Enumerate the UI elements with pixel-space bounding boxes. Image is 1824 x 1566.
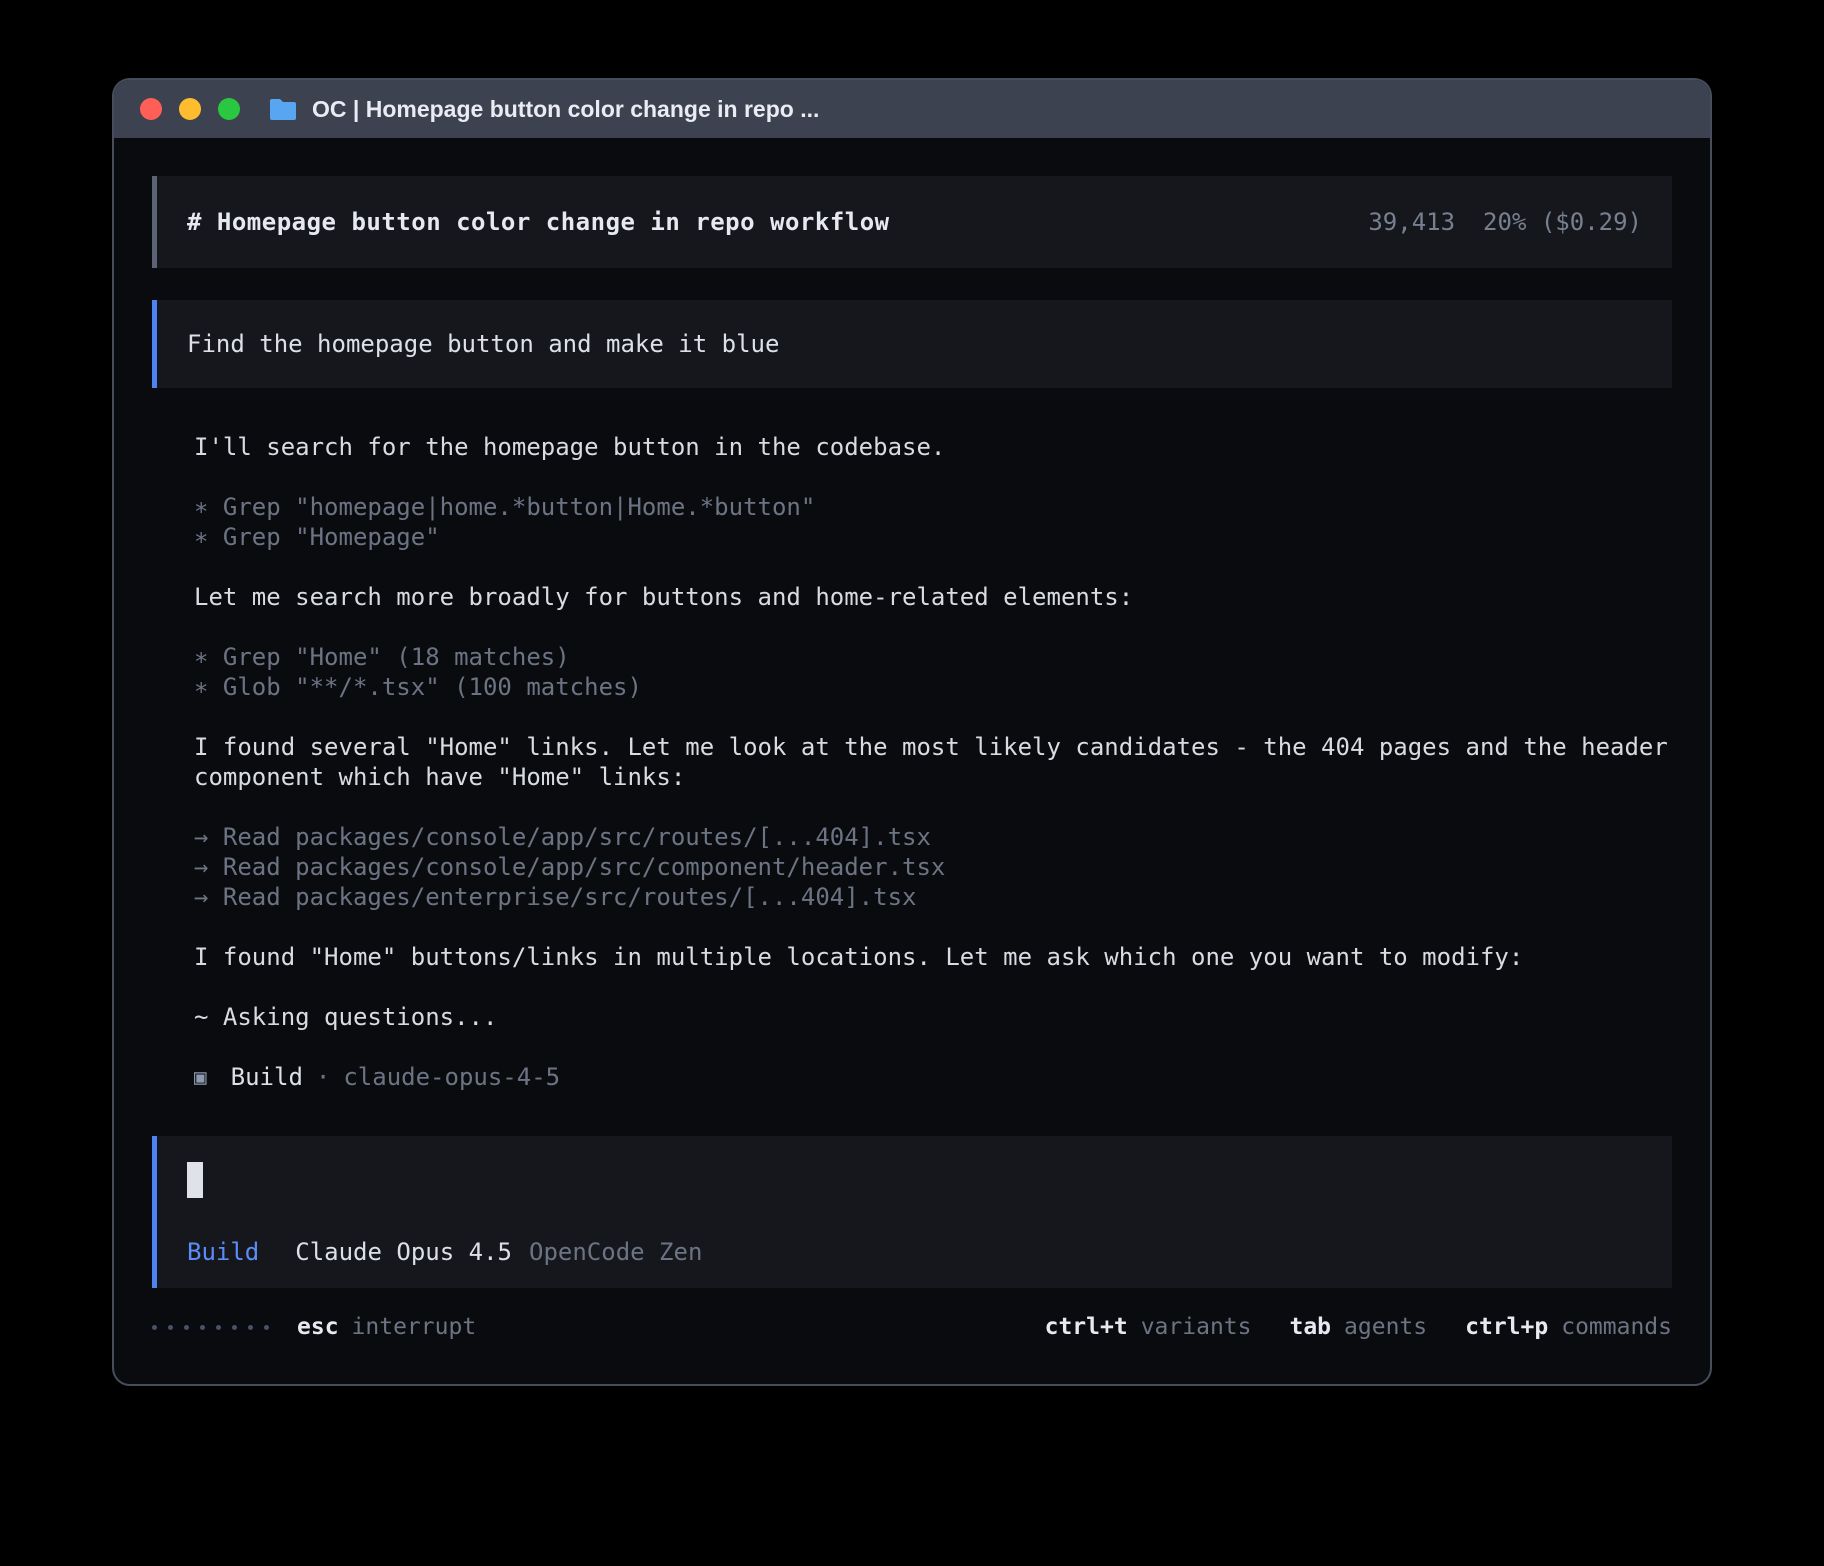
tool-call-group: ∗ Grep "homepage|home.*button|Home.*butt… [194, 492, 1668, 552]
assistant-status-text: ~ Asking questions... [194, 1002, 1668, 1032]
assistant-text: Let me search more broadly for buttons a… [194, 582, 1668, 612]
token-count: 39,413 [1368, 208, 1455, 236]
agent-status-icon: ▣ [194, 1062, 207, 1092]
separator-dot: · [316, 1062, 330, 1092]
model-label[interactable]: Claude Opus 4.5 [295, 1238, 512, 1266]
user-message-panel: Find the homepage button and make it blu… [152, 300, 1672, 388]
tool-call-line: ∗ Grep "Homepage" [194, 522, 1668, 552]
progress-dots [152, 1325, 269, 1330]
shortcut-key: ctrl+p [1465, 1314, 1548, 1340]
shortcut-agents: tab agents [1289, 1314, 1427, 1340]
status-bar: esc interrupt ctrl+t variants tab agents… [152, 1314, 1672, 1340]
user-message-text: Find the homepage button and make it blu… [187, 330, 779, 358]
assistant-text: I'll search for the homepage button in t… [194, 432, 1668, 462]
terminal-content: # Homepage button color change in repo w… [114, 138, 1710, 1384]
input-meta: Build Claude Opus 4.5 OpenCode Zen [187, 1238, 1642, 1266]
shortcut-action: agents [1344, 1314, 1427, 1340]
provider-label: OpenCode Zen [529, 1238, 702, 1266]
close-button[interactable] [140, 98, 162, 120]
shortcut-action: variants [1141, 1314, 1252, 1340]
tool-call-line: ∗ Grep "Home" (18 matches) [194, 642, 1668, 672]
agent-name: Build [231, 1062, 303, 1092]
text-cursor [187, 1162, 203, 1198]
status-bar-right: ctrl+t variants tab agents ctrl+p comman… [1045, 1314, 1672, 1340]
tool-call-line: ∗ Glob "**/*.tsx" (100 matches) [194, 672, 1668, 702]
shortcut-interrupt: esc interrupt [297, 1314, 476, 1340]
zoom-button[interactable] [218, 98, 240, 120]
shortcut-key: ctrl+t [1045, 1314, 1128, 1340]
window-title: OC | Homepage button color change in rep… [312, 96, 819, 123]
titlebar[interactable]: OC | Homepage button color change in rep… [114, 80, 1710, 138]
window-controls [140, 98, 240, 120]
shortcut-action: commands [1561, 1314, 1672, 1340]
session-title: # Homepage button color change in repo w… [187, 208, 890, 236]
transcript: I'll search for the homepage button in t… [152, 432, 1668, 1092]
folder-icon [268, 97, 298, 122]
shortcut-variants: ctrl+t variants [1045, 1314, 1252, 1340]
shortcut-key: esc [297, 1314, 339, 1340]
agent-model-name: claude-opus-4-5 [343, 1062, 560, 1092]
session-stats: 39,413 20% ($0.29) [1368, 208, 1642, 236]
status-bar-left: esc interrupt [152, 1314, 476, 1340]
mode-label[interactable]: Build [187, 1238, 259, 1266]
shortcut-key: tab [1289, 1314, 1331, 1340]
tool-call-line: → Read packages/console/app/src/routes/[… [194, 822, 1668, 852]
assistant-text: I found several "Home" links. Let me loo… [194, 732, 1668, 792]
prompt-input[interactable]: Build Claude Opus 4.5 OpenCode Zen [152, 1136, 1672, 1288]
context-usage: 20% ($0.29) [1483, 208, 1642, 236]
tool-call-group: → Read packages/console/app/src/routes/[… [194, 822, 1668, 912]
tool-call-group: ∗ Grep "Home" (18 matches) ∗ Glob "**/*.… [194, 642, 1668, 702]
tool-call-line: ∗ Grep "homepage|home.*button|Home.*butt… [194, 492, 1668, 522]
shortcut-commands: ctrl+p commands [1465, 1314, 1672, 1340]
tool-call-line: → Read packages/console/app/src/componen… [194, 852, 1668, 882]
agent-status-line: ▣ Build · claude-opus-4-5 [194, 1062, 1668, 1092]
session-header: # Homepage button color change in repo w… [152, 176, 1672, 268]
terminal-window: OC | Homepage button color change in rep… [112, 78, 1712, 1386]
assistant-text: I found "Home" buttons/links in multiple… [194, 942, 1668, 972]
tool-call-line: → Read packages/enterprise/src/routes/[.… [194, 882, 1668, 912]
shortcut-action: interrupt [352, 1314, 477, 1340]
minimize-button[interactable] [179, 98, 201, 120]
